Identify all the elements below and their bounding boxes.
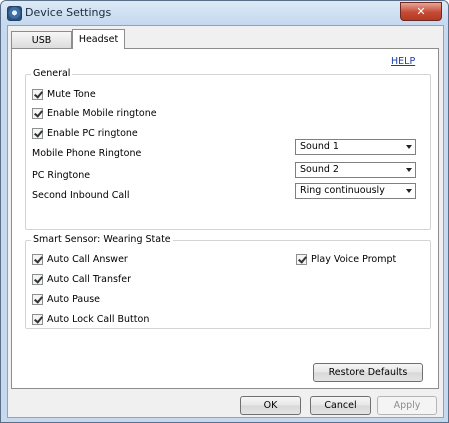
mute-tone-label: Mute Tone — [47, 89, 96, 100]
enable-mobile-ringtone-checkbox[interactable] — [32, 108, 43, 119]
enable-mobile-ringtone-label: Enable Mobile ringtone — [47, 108, 157, 119]
auto-pause-option[interactable]: Auto Pause — [32, 294, 100, 305]
window-title: Device Settings — [25, 6, 112, 19]
mobile-phone-ringtone-label: Mobile Phone Ringtone — [32, 148, 142, 159]
cancel-button[interactable]: Cancel — [310, 396, 371, 415]
play-voice-prompt-label: Play Voice Prompt — [311, 254, 397, 265]
ok-button[interactable]: OK — [240, 396, 301, 415]
apply-button[interactable]: Apply — [377, 396, 437, 415]
tab-usb-adapter[interactable]: USB Adapter — [11, 31, 72, 63]
auto-call-transfer-option[interactable]: Auto Call Transfer — [32, 274, 131, 285]
smart-sensor-group: Smart Sensor: Wearing State Auto Call An… — [25, 234, 431, 329]
auto-lock-call-button-checkbox[interactable] — [32, 314, 43, 325]
dialog-client-area: USB Adapter Headset HELP General Mute To… — [7, 25, 444, 418]
auto-pause-label: Auto Pause — [47, 294, 101, 305]
auto-call-answer-option[interactable]: Auto Call Answer — [32, 254, 128, 265]
mobile-phone-ringtone-value: Sound 1 — [300, 141, 339, 152]
enable-pc-ringtone-checkbox[interactable] — [32, 128, 43, 139]
auto-call-transfer-checkbox[interactable] — [32, 274, 43, 285]
auto-pause-checkbox[interactable] — [32, 294, 43, 305]
enable-pc-ringtone-label: Enable PC ringtone — [47, 128, 138, 139]
second-inbound-call-value: Ring continuously — [300, 185, 385, 196]
headset-app-icon — [7, 6, 22, 21]
general-group-legend: General — [31, 68, 73, 79]
pc-ringtone-select[interactable]: Sound 2 — [295, 162, 416, 178]
restore-defaults-button[interactable]: Restore Defaults — [313, 363, 423, 382]
chevron-down-icon — [406, 145, 412, 149]
second-inbound-call-select[interactable]: Ring continuously — [295, 183, 416, 199]
close-icon: ✕ — [416, 5, 426, 18]
chevron-down-icon — [406, 168, 412, 172]
auto-lock-call-button-label: Auto Lock Call Button — [47, 314, 150, 325]
pc-ringtone-value: Sound 2 — [300, 164, 339, 175]
title-bar[interactable]: Device Settings ✕ — [1, 1, 448, 25]
mute-tone-option[interactable]: Mute Tone — [32, 89, 96, 100]
chevron-down-icon — [406, 189, 412, 193]
pc-ringtone-label: PC Ringtone — [32, 170, 91, 181]
mobile-phone-ringtone-select[interactable]: Sound 1 — [295, 139, 416, 155]
auto-call-transfer-label: Auto Call Transfer — [47, 274, 132, 285]
play-voice-prompt-checkbox[interactable] — [296, 254, 307, 265]
help-link[interactable]: HELP — [391, 56, 415, 67]
enable-mobile-ringtone-option[interactable]: Enable Mobile ringtone — [32, 108, 157, 119]
auto-lock-call-button-option[interactable]: Auto Lock Call Button — [32, 314, 149, 325]
auto-call-answer-checkbox[interactable] — [32, 254, 43, 265]
smart-sensor-group-legend: Smart Sensor: Wearing State — [31, 234, 173, 245]
device-settings-window: Device Settings ✕ USB Adapter Headset HE… — [0, 0, 449, 423]
mute-tone-checkbox[interactable] — [32, 89, 43, 100]
close-button[interactable]: ✕ — [400, 2, 442, 21]
tab-headset[interactable]: Headset — [72, 29, 125, 49]
play-voice-prompt-option[interactable]: Play Voice Prompt — [296, 254, 396, 265]
second-inbound-call-label: Second Inbound Call — [32, 190, 130, 201]
enable-pc-ringtone-option[interactable]: Enable PC ringtone — [32, 128, 138, 139]
auto-call-answer-label: Auto Call Answer — [47, 254, 128, 265]
